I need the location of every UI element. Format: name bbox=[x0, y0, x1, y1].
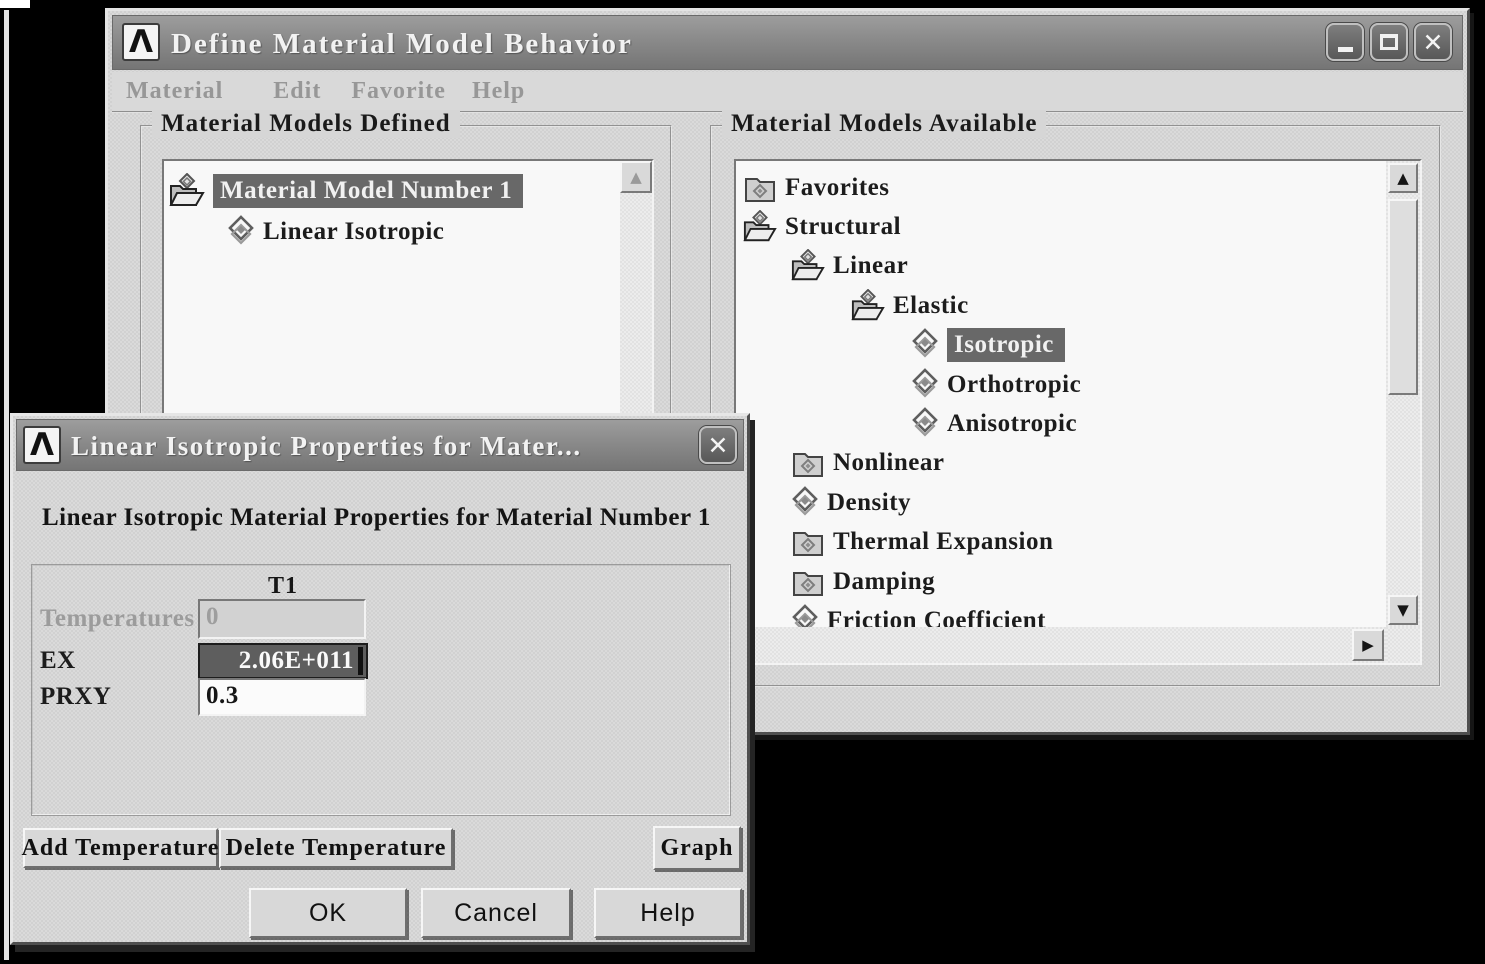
vscroll-thumb[interactable] bbox=[1388, 199, 1418, 395]
material-property-diamond-icon bbox=[910, 328, 940, 362]
tree-item-label: Linear bbox=[833, 252, 909, 280]
tree-item-material-model-1[interactable]: Material Model Number 1 bbox=[164, 170, 620, 212]
menu-help[interactable]: Help bbox=[472, 78, 525, 105]
main-menubar: Material Edit Favorite Help bbox=[112, 72, 1463, 113]
material-property-diamond-icon bbox=[226, 215, 256, 249]
tree-item-orthotropic[interactable]: Orthotropic bbox=[736, 365, 1386, 404]
tree-item-label: Isotropic bbox=[947, 328, 1065, 363]
minimize-button[interactable] bbox=[1326, 23, 1364, 61]
row-label-prxy: PRXY bbox=[40, 683, 112, 710]
tree-item-label: Thermal Expansion bbox=[833, 528, 1054, 556]
available-tree-vscrollbar[interactable]: ▲ ▼ bbox=[1386, 161, 1420, 627]
available-panel-label: Material Models Available bbox=[722, 110, 1047, 138]
scroll-up-icon: ▲ bbox=[1397, 168, 1409, 187]
close-icon: ✕ bbox=[707, 430, 729, 460]
row-label-temperatures: Temperatures bbox=[40, 605, 195, 632]
tree-item-friction-coefficient[interactable]: Friction Coefficient bbox=[736, 601, 1386, 627]
scroll-up-button[interactable]: ▲ bbox=[620, 161, 652, 193]
material-property-diamond-icon bbox=[790, 604, 820, 627]
tree-item-label: Anisotropic bbox=[947, 410, 1078, 438]
closed-folder-icon bbox=[790, 565, 826, 599]
ok-button[interactable]: OK bbox=[249, 888, 407, 938]
main-window-title: Define Material Model Behavior bbox=[171, 28, 633, 60]
dialog-title: Linear Isotropic Properties for Mater... bbox=[71, 431, 582, 461]
available-panel: Material Models Available Favorites Stru… bbox=[710, 110, 1441, 687]
material-property-diamond-icon bbox=[910, 367, 940, 402]
tree-item-label: Structural bbox=[785, 213, 902, 241]
closed-folder-icon bbox=[742, 171, 778, 205]
scroll-down-button[interactable]: ▼ bbox=[1388, 595, 1418, 625]
properties-dialog: Λ Linear Isotropic Properties for Mater.… bbox=[10, 413, 750, 945]
main-titlebar: Λ Define Material Model Behavior ✕ bbox=[112, 15, 1463, 70]
tree-item-density[interactable]: Density bbox=[736, 483, 1386, 522]
tree-item-isotropic[interactable]: Isotropic bbox=[736, 326, 1386, 365]
tree-item-label: Favorites bbox=[785, 173, 890, 201]
ansys-logo-icon: Λ bbox=[23, 426, 61, 464]
delete-temperature-button[interactable]: Delete Temperature bbox=[219, 828, 453, 868]
dialog-heading: Linear Isotropic Material Properties for… bbox=[42, 504, 711, 531]
menu-material[interactable]: Material bbox=[126, 78, 223, 105]
menu-edit[interactable]: Edit bbox=[273, 78, 321, 105]
open-folder-icon bbox=[790, 249, 826, 283]
scroll-up-icon: ▲ bbox=[630, 167, 642, 186]
dialog-titlebar: Λ Linear Isotropic Properties for Mater.… bbox=[16, 419, 744, 471]
temperatures-field[interactable]: 0 bbox=[198, 599, 366, 639]
minimize-icon bbox=[1337, 46, 1353, 52]
open-folder-icon bbox=[168, 173, 206, 209]
scroll-right-icon: ▶ bbox=[1362, 635, 1374, 654]
prxy-field[interactable]: 0.3 bbox=[198, 678, 366, 716]
tree-item-label: Orthotropic bbox=[947, 370, 1082, 398]
material-property-diamond-icon bbox=[910, 407, 940, 441]
close-icon: ✕ bbox=[1422, 27, 1444, 57]
tree-item-label: Friction Coefficient bbox=[827, 606, 1046, 627]
tree-item-linear[interactable]: Linear bbox=[736, 247, 1386, 286]
scroll-up-button[interactable]: ▲ bbox=[1388, 163, 1418, 193]
tree-item-label: Damping bbox=[833, 567, 936, 595]
tree-item-label: Material Model Number 1 bbox=[213, 174, 524, 208]
help-button[interactable]: Help bbox=[594, 888, 742, 938]
tree-item-elastic[interactable]: Elastic bbox=[736, 286, 1386, 325]
scrollbar-corner bbox=[1386, 627, 1420, 663]
tree-item-nonlinear[interactable]: Nonlinear bbox=[736, 444, 1386, 483]
menu-favorite[interactable]: Favorite bbox=[351, 78, 446, 105]
open-folder-icon bbox=[742, 210, 778, 244]
defined-panel-label: Material Models Defined bbox=[152, 110, 460, 138]
ex-field[interactable]: 2.06E+011 bbox=[198, 643, 368, 679]
scroll-down-icon: ▼ bbox=[1397, 600, 1409, 619]
tree-item-label: Elastic bbox=[893, 291, 969, 319]
text-cursor bbox=[358, 647, 363, 675]
closed-folder-icon bbox=[790, 446, 826, 480]
material-property-diamond-icon bbox=[790, 485, 820, 520]
scroll-right-button[interactable]: ▶ bbox=[1352, 629, 1384, 661]
tree-item-label: Nonlinear bbox=[833, 449, 945, 477]
row-label-ex: EX bbox=[40, 647, 76, 674]
available-tree: Favorites Structural Linear Elastic Isot… bbox=[734, 159, 1422, 665]
available-tree-hscrollbar[interactable]: ▶ bbox=[736, 627, 1386, 663]
available-tree-content: Favorites Structural Linear Elastic Isot… bbox=[736, 161, 1386, 627]
tree-item-anisotropic[interactable]: Anisotropic bbox=[736, 404, 1386, 443]
add-temperature-button[interactable]: Add Temperature bbox=[22, 828, 218, 868]
property-table: T1 Temperatures 0 EX 2.06E+011 PRXY 0.3 bbox=[31, 564, 731, 816]
graph-button[interactable]: Graph bbox=[653, 826, 741, 870]
tree-item-label: Density bbox=[827, 488, 912, 516]
column-header-t1: T1 bbox=[267, 573, 298, 599]
cancel-button[interactable]: Cancel bbox=[421, 888, 571, 938]
tree-item-damping[interactable]: Damping bbox=[736, 562, 1386, 601]
dialog-close-button[interactable]: ✕ bbox=[699, 426, 737, 464]
desktop-edge-strip bbox=[4, 10, 9, 960]
tree-item-structural[interactable]: Structural bbox=[736, 207, 1386, 246]
close-button[interactable]: ✕ bbox=[1414, 23, 1452, 61]
closed-folder-icon bbox=[790, 525, 826, 559]
tree-item-favorites[interactable]: Favorites bbox=[736, 168, 1386, 207]
tree-item-thermal-expansion[interactable]: Thermal Expansion bbox=[736, 523, 1386, 562]
tree-item-label: Linear Isotropic bbox=[263, 218, 445, 245]
open-folder-icon bbox=[850, 288, 886, 323]
maximize-button[interactable] bbox=[1370, 23, 1408, 61]
desktop-top-notch bbox=[0, 0, 30, 8]
maximize-icon bbox=[1380, 34, 1398, 50]
ex-field-value: 2.06E+011 bbox=[238, 647, 354, 674]
ansys-logo-icon: Λ bbox=[122, 23, 160, 61]
tree-item-linear-isotropic[interactable]: Linear Isotropic bbox=[164, 212, 620, 252]
